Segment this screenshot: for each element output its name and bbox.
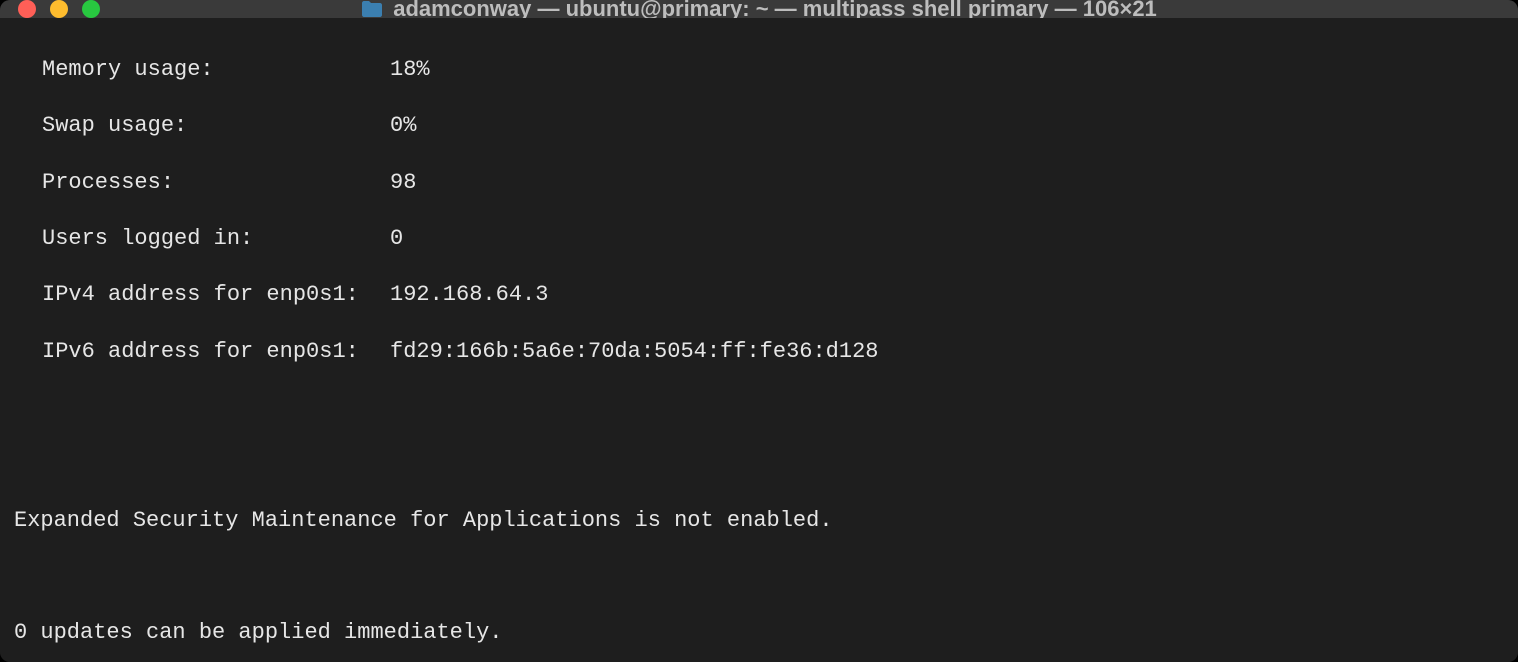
close-button[interactable] xyxy=(18,0,36,18)
msg-esm-not-enabled: Expanded Security Maintenance for Applic… xyxy=(14,507,1504,535)
minimize-button[interactable] xyxy=(50,0,68,18)
stat-ipv4: IPv4 address for enp0s1:192.168.64.3 xyxy=(14,281,1504,309)
terminal-window: adamconway — ubuntu@primary: ~ — multipa… xyxy=(0,0,1518,662)
blank-line xyxy=(14,563,1504,591)
fullscreen-button[interactable] xyxy=(82,0,100,18)
stat-processes: Processes:98 xyxy=(14,169,1504,197)
stat-users: Users logged in:0 xyxy=(14,225,1504,253)
stat-memory: Memory usage:18% xyxy=(14,56,1504,84)
stat-ipv6: IPv6 address for enp0s1:fd29:166b:5a6e:7… xyxy=(14,338,1504,366)
terminal-output[interactable]: Memory usage:18% Swap usage:0% Processes… xyxy=(0,18,1518,662)
traffic-lights xyxy=(18,0,100,18)
blank-line xyxy=(14,450,1504,478)
msg-updates-immediate: 0 updates can be applied immediately. xyxy=(14,619,1504,647)
folder-icon xyxy=(361,0,383,18)
stat-swap: Swap usage:0% xyxy=(14,112,1504,140)
titlebar: adamconway — ubuntu@primary: ~ — multipa… xyxy=(0,0,1518,18)
blank-line xyxy=(14,394,1504,422)
